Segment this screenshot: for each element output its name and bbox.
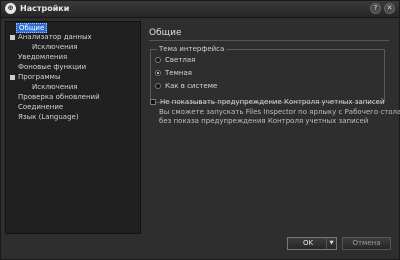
expand-programs-icon[interactable]	[10, 75, 15, 80]
uac-warning-option[interactable]: Не показывать предупреждение Контроля уч…	[150, 98, 385, 107]
title-divider	[149, 40, 389, 41]
settings-category-tree: Общие Анализатор данных Исключения Уведо…	[5, 21, 141, 234]
uac-description-line-2: без показа предупреждения Контроля учетн…	[159, 117, 369, 125]
sidebar-item-programs[interactable]: Программы	[18, 73, 61, 82]
chevron-down-icon[interactable]: ▼	[326, 238, 336, 249]
close-button[interactable]: ✕	[384, 3, 395, 14]
sidebar-item-data-analyzer[interactable]: Анализатор данных	[18, 33, 92, 42]
page-title: Общие	[149, 28, 182, 38]
settings-panel: Общие Тема интерфейса Светлая Темная Как…	[146, 21, 400, 234]
sidebar-item-connection[interactable]: Соединение	[18, 103, 63, 112]
radio-dark[interactable]	[155, 70, 161, 76]
settings-window: ⊕ Настройки ? ✕ Общие Анализатор данных …	[0, 0, 400, 260]
sidebar-item-general[interactable]: Общие	[16, 23, 48, 33]
uac-warning-checkbox[interactable]	[150, 99, 156, 105]
theme-option-system-label: Как в системе	[165, 82, 218, 90]
radio-light[interactable]	[155, 57, 161, 63]
sidebar-item-notifications[interactable]: Уведомления	[18, 53, 67, 62]
ok-button-label: OK	[302, 239, 314, 247]
sidebar-item-program-exclusions[interactable]: Исключения	[32, 83, 77, 92]
sidebar-item-analyzer-exclusions[interactable]: Исключения	[32, 43, 77, 52]
uac-description-line-1: Вы сможете запускать Files Inspector по …	[159, 108, 400, 116]
sidebar-item-update-check[interactable]: Проверка обновлений	[18, 93, 100, 102]
sidebar-item-background-functions[interactable]: Фоновые функции	[18, 63, 86, 72]
cancel-button[interactable]: Отмена	[342, 237, 391, 250]
title-bar: ⊕ Настройки ? ✕	[1, 1, 399, 18]
ok-button[interactable]: OK ▼	[287, 237, 337, 250]
help-button[interactable]: ?	[370, 3, 381, 14]
theme-option-dark-label: Темная	[165, 69, 192, 77]
theme-groupbox: Тема интерфейса Светлая Темная Как в сис…	[150, 45, 385, 103]
theme-option-system[interactable]: Как в системе	[155, 82, 217, 91]
theme-option-light[interactable]: Светлая	[155, 56, 195, 65]
sidebar-item-language[interactable]: Язык (Language)	[18, 113, 79, 122]
expand-data-analyzer-icon[interactable]	[10, 35, 15, 40]
theme-group-title: Тема интерфейса	[157, 45, 227, 53]
uac-warning-label: Не показывать предупреждение Контроля уч…	[160, 98, 385, 106]
window-title: Настройки	[20, 4, 70, 13]
radio-system[interactable]	[155, 83, 161, 89]
app-logo-icon: ⊕	[5, 3, 16, 14]
theme-option-dark[interactable]: Темная	[155, 69, 192, 78]
theme-option-light-label: Светлая	[165, 56, 196, 64]
